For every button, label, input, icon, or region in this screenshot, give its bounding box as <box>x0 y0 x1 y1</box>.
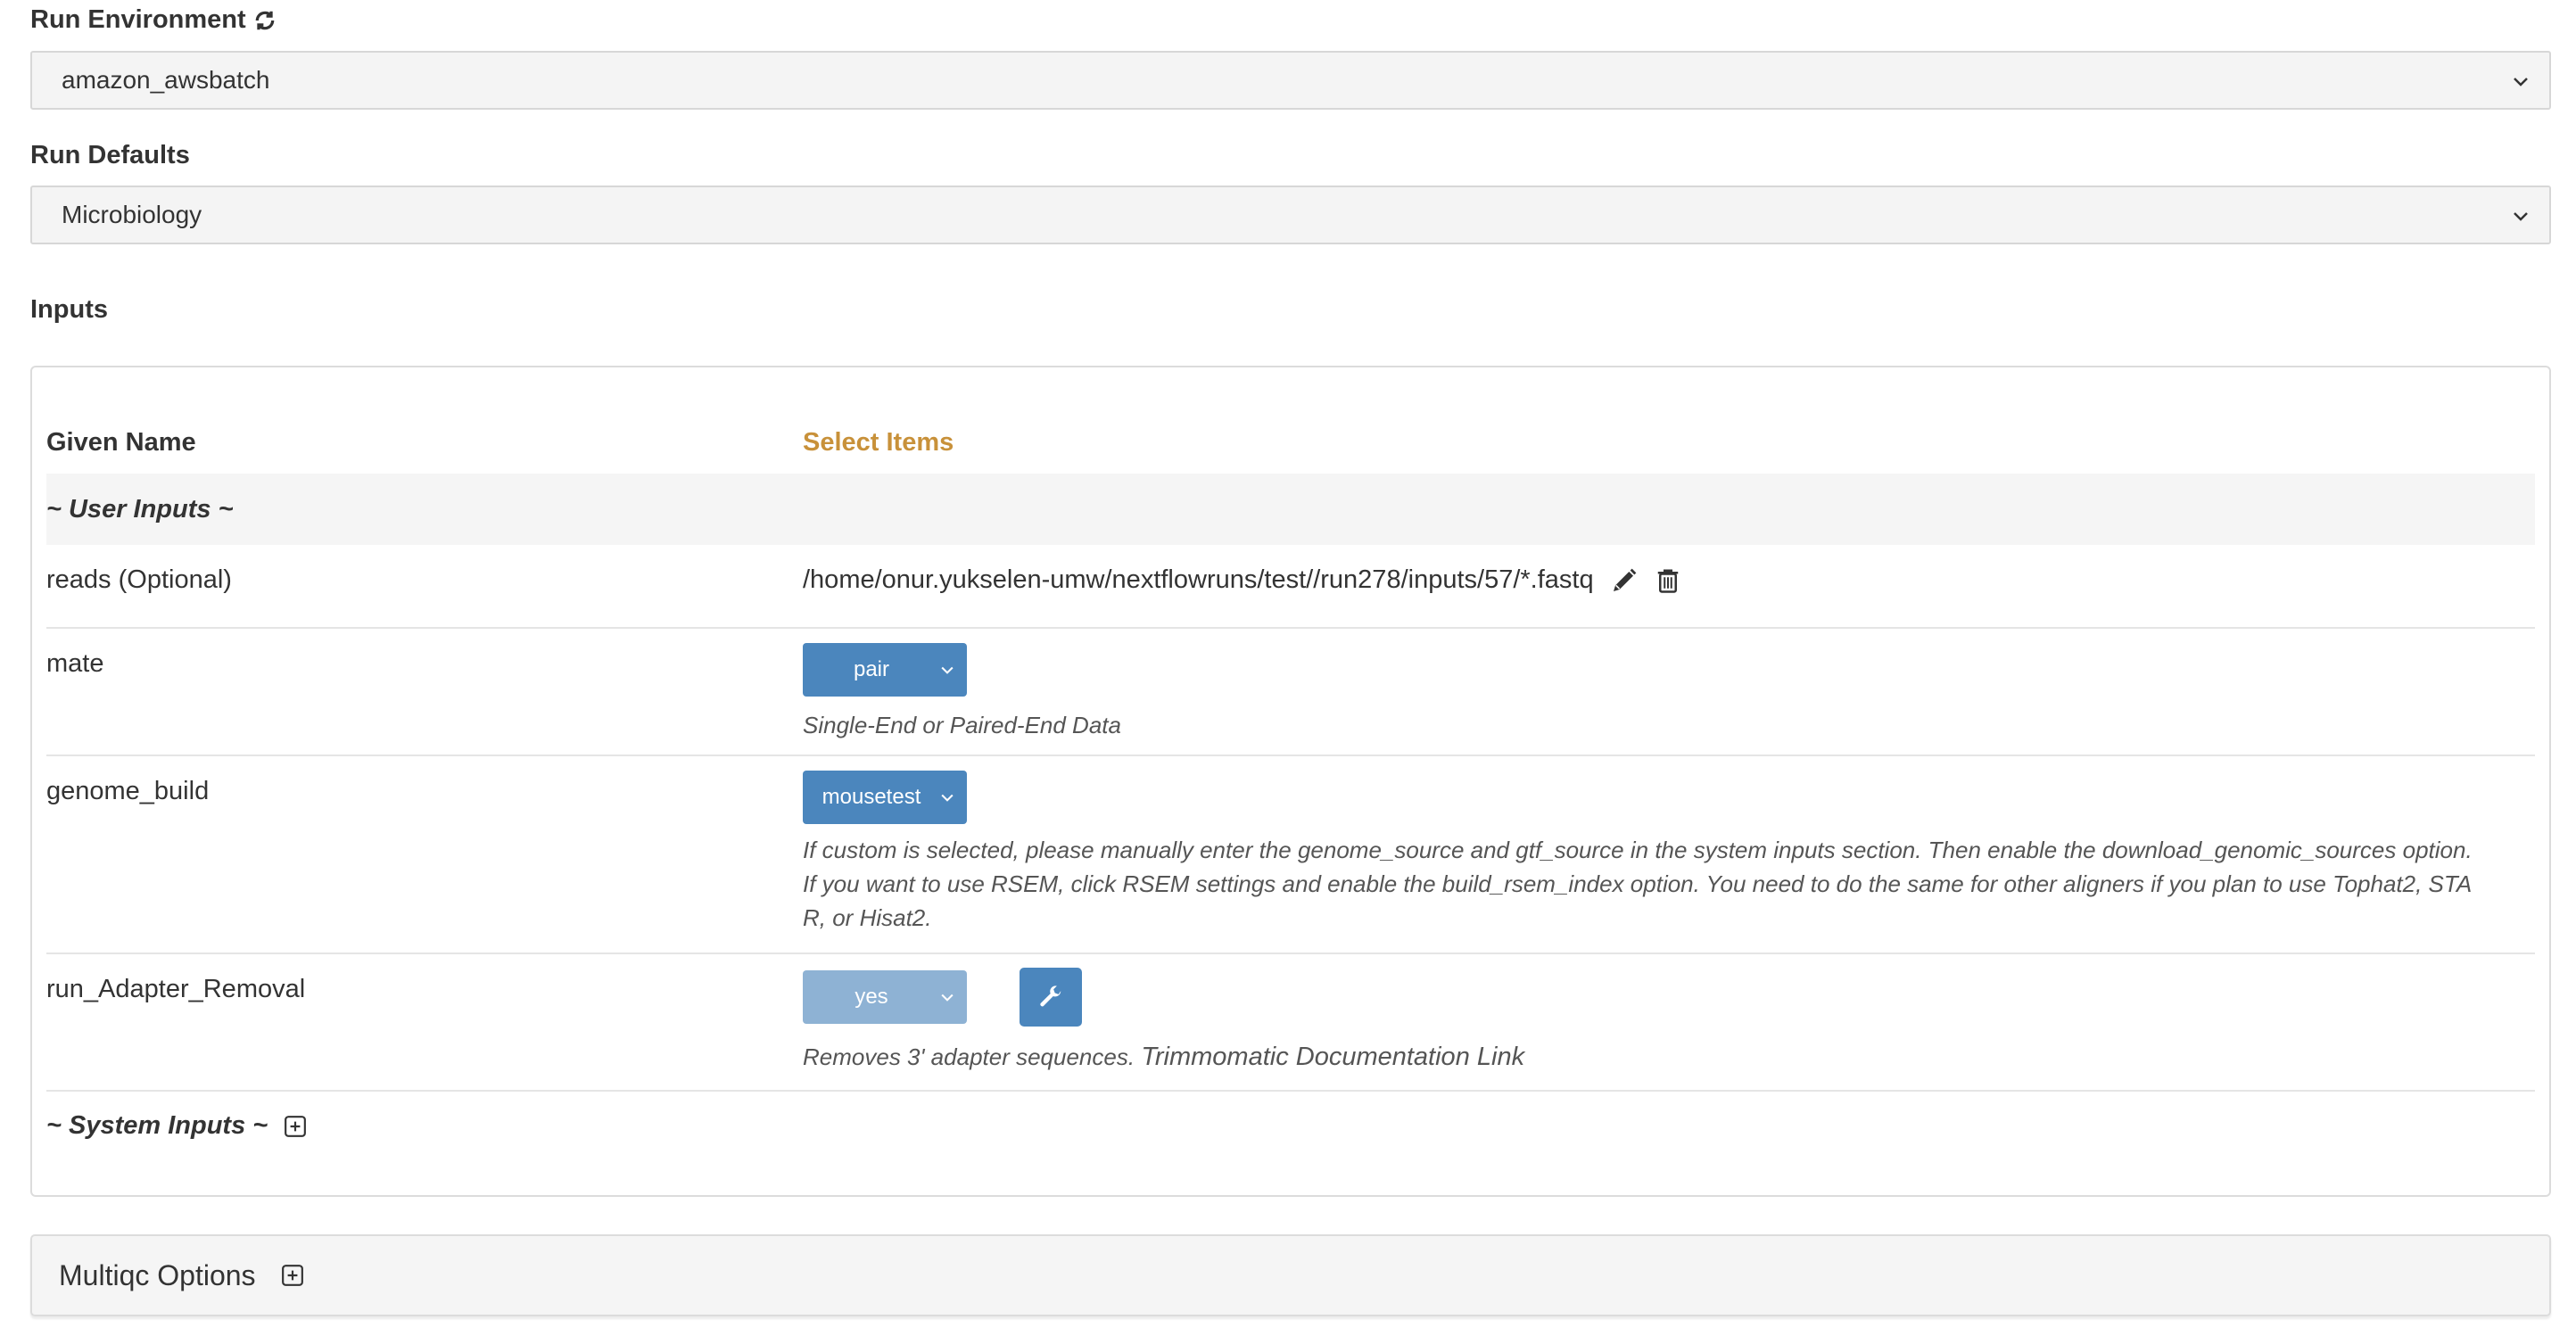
mate-select[interactable]: pair <box>803 643 967 697</box>
header-select-items: Select Items <box>803 428 954 457</box>
multiqc-options-panel[interactable]: Multiqc Options <box>30 1234 2551 1316</box>
refresh-icon[interactable] <box>253 9 277 32</box>
multiqc-options-label: Multiqc Options <box>59 1258 256 1291</box>
run-adapter-removal-help: Removes 3' adapter sequences. Trimmomati… <box>803 1043 1525 1071</box>
trimmomatic-doc-link[interactable]: Trimmomatic Documentation Link <box>1141 1043 1524 1071</box>
row-divider <box>46 755 2535 756</box>
run-settings-page: Run Environment amazon_awsbatch Run Defa… <box>0 0 2576 1336</box>
user-inputs-group: ~ User Inputs ~ <box>46 474 2535 545</box>
chevron-down-icon <box>941 666 954 674</box>
row-divider <box>46 1090 2535 1092</box>
chevron-down-icon <box>941 994 954 1002</box>
wrench-icon <box>1040 986 1061 1007</box>
mate-help: Single-End or Paired-End Data <box>803 712 1121 738</box>
chevron-down-icon <box>941 794 954 802</box>
reads-path: /home/onur.yukselen-umw/nextflowruns/tes… <box>803 565 1594 594</box>
inputs-label: Inputs <box>30 295 108 324</box>
chevron-down-icon <box>2514 78 2528 87</box>
pencil-icon[interactable] <box>1610 566 1639 595</box>
reads-value-cell: /home/onur.yukselen-umw/nextflowruns/tes… <box>803 565 1681 595</box>
adapter-settings-button[interactable] <box>1020 968 1082 1027</box>
trash-icon[interactable] <box>1655 566 1681 595</box>
genome-build-select[interactable]: mousetest <box>803 771 967 824</box>
plus-square-icon[interactable] <box>284 1115 307 1138</box>
inputs-panel: Given Name Select Items ~ User Inputs ~ … <box>30 366 2551 1197</box>
row-divider <box>46 627 2535 629</box>
run-environment-label: Run Environment <box>30 5 277 35</box>
run-defaults-label: Run Defaults <box>30 141 190 169</box>
mate-name: mate <box>46 649 104 678</box>
plus-square-icon[interactable] <box>281 1264 304 1287</box>
chevron-down-icon <box>2514 212 2528 221</box>
run-defaults-select[interactable]: Microbiology <box>30 186 2551 244</box>
header-given-name: Given Name <box>46 428 196 457</box>
run-adapter-removal-select[interactable]: yes <box>803 970 967 1024</box>
system-inputs-group: ~ System Inputs ~ <box>46 1111 307 1141</box>
run-environment-select[interactable]: amazon_awsbatch <box>30 51 2551 110</box>
genome-build-name: genome_build <box>46 777 210 805</box>
genome-build-help: If custom is selected, please manually e… <box>803 837 2473 931</box>
reads-name: reads (Optional) <box>46 565 232 594</box>
row-divider <box>46 953 2535 954</box>
run-adapter-removal-name: run_Adapter_Removal <box>46 975 306 1003</box>
